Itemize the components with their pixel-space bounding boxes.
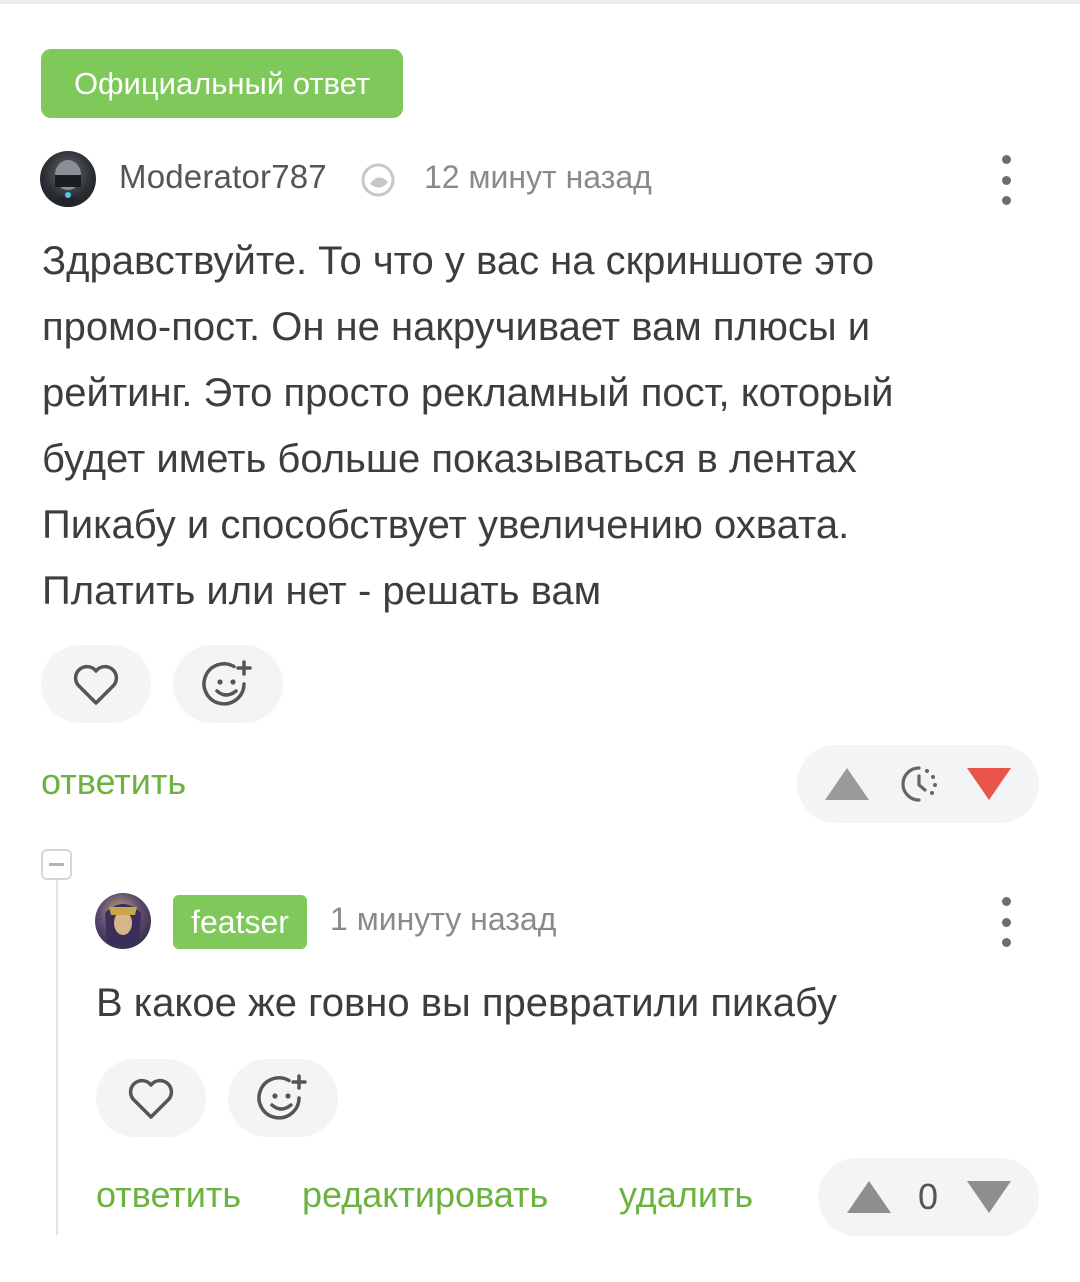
like-button[interactable]: [96, 1059, 206, 1137]
reply-author[interactable]: featser: [173, 895, 307, 949]
vote-widget: [797, 745, 1039, 823]
avatar-image: [46, 160, 90, 207]
moderator-icon: [361, 163, 395, 197]
heart-icon: [128, 1078, 174, 1119]
vote-widget: 0: [818, 1158, 1039, 1236]
add-emoji-icon: [257, 1074, 307, 1120]
comment-line: Платить или нет - решать вам: [42, 569, 602, 613]
reply-time: 1 минуту назад: [330, 901, 557, 937]
comment-line: рейтинг. Это просто рекламный пост, кото…: [42, 371, 894, 415]
triangle-up-icon[interactable]: [845, 1179, 893, 1215]
collapse-minus-icon[interactable]: [41, 849, 72, 880]
add-reaction-button[interactable]: [173, 645, 283, 723]
add-emoji-icon: [202, 660, 252, 706]
clock-icon: [901, 766, 937, 802]
official-answer-badge: Официальный ответ: [41, 49, 403, 118]
reply-link[interactable]: ответить: [96, 1174, 241, 1216]
comment-author[interactable]: Moderator787: [119, 158, 327, 196]
reply-line: В какое же говно вы превратили пикабу: [96, 981, 837, 1025]
reply-link[interactable]: ответить: [41, 761, 186, 803]
triangle-up-icon[interactable]: [823, 766, 871, 802]
comment-line: будет иметь больше показываться в лентах: [42, 437, 857, 481]
comment-line: Здравствуйте. То что у вас на скриншоте …: [42, 239, 875, 283]
thread-line[interactable]: [56, 880, 58, 1235]
moderator-avatar[interactable]: [40, 151, 96, 207]
avatar-image: [105, 904, 141, 946]
heart-icon: [73, 664, 119, 705]
more-vertical-icon[interactable]: [999, 155, 1013, 205]
reply-text: В какое же говно вы превратили пикабу: [96, 970, 1046, 1036]
reply-author-avatar[interactable]: [95, 893, 151, 949]
comment-time: 12 минут назад: [424, 159, 652, 195]
comment-line: Пикабу и способствует увеличению охвата.: [42, 503, 850, 547]
comment-line: промо-пост. Он не накручивает вам плюсы …: [42, 305, 871, 349]
comment-text: Здравствуйте. То что у вас на скриншоте …: [42, 228, 1042, 624]
triangle-down-icon[interactable]: [965, 1179, 1013, 1215]
more-vertical-icon[interactable]: [999, 897, 1013, 947]
top-divider: [0, 0, 1080, 4]
add-reaction-button[interactable]: [228, 1059, 338, 1137]
like-button[interactable]: [41, 645, 151, 723]
triangle-down-icon[interactable]: [965, 766, 1013, 802]
vote-score: 0: [918, 1176, 939, 1217]
edit-link[interactable]: редактировать: [302, 1174, 548, 1216]
delete-link[interactable]: удалить: [619, 1174, 753, 1216]
